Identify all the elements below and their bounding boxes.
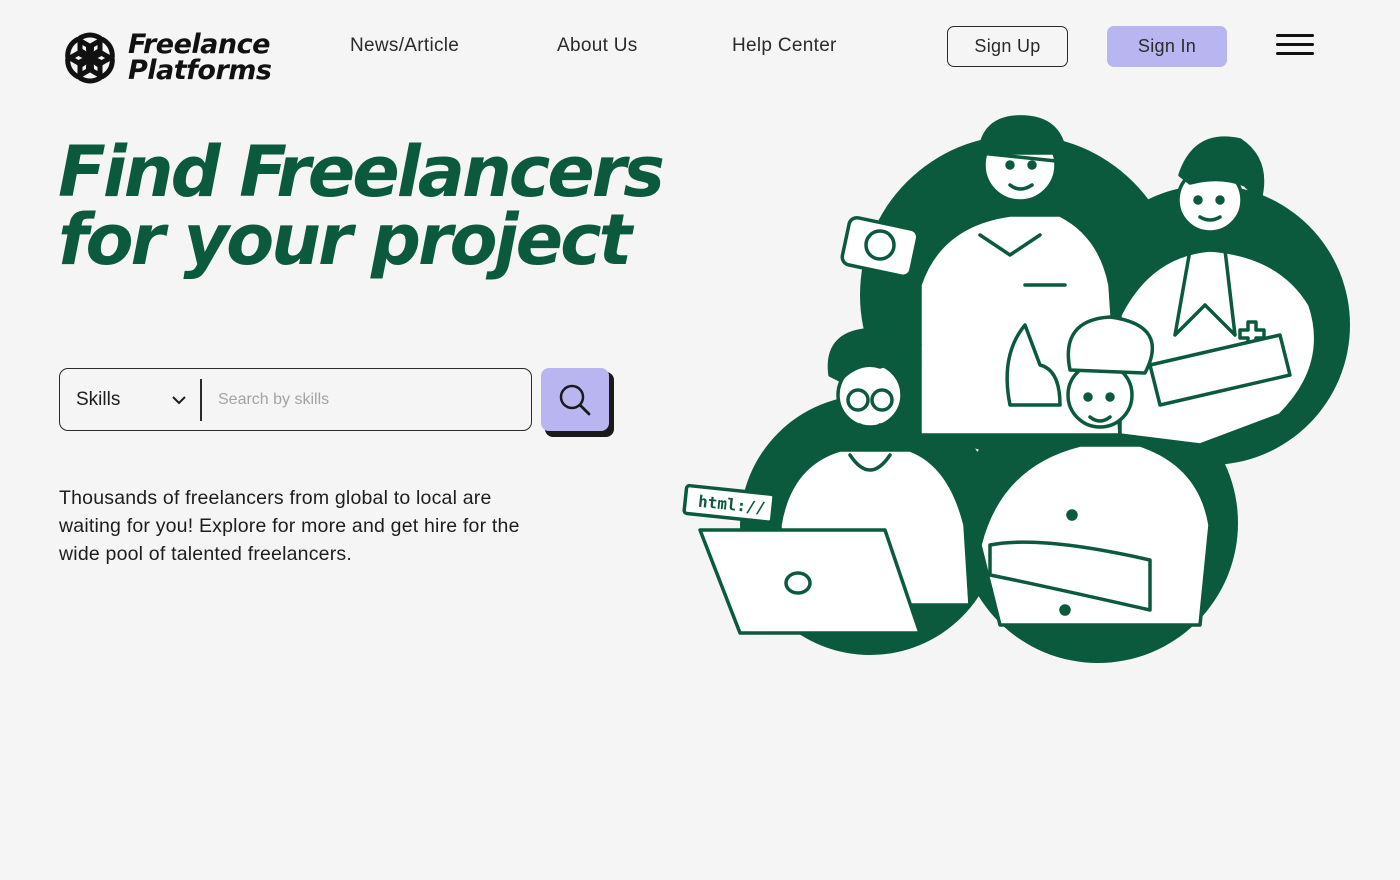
brand-name-line2: Platforms xyxy=(128,55,272,86)
hero-title-line2: for your project xyxy=(58,199,632,281)
brand-name: Freelance Platforms xyxy=(128,31,272,86)
logo-icon xyxy=(65,32,115,84)
nav-link-news[interactable]: News/Article xyxy=(350,35,459,57)
search-divider xyxy=(200,379,202,421)
sign-up-button[interactable]: Sign Up xyxy=(947,26,1068,67)
header: Freelance Platforms News/Article About U… xyxy=(0,0,1400,100)
nav-link-about[interactable]: About Us xyxy=(557,35,638,57)
search-input[interactable] xyxy=(218,369,518,430)
skills-filter-label: Skills xyxy=(76,388,121,410)
search-bar: Skills xyxy=(59,368,532,431)
nav-link-help[interactable]: Help Center xyxy=(732,35,837,57)
chevron-down-icon[interactable] xyxy=(170,391,188,409)
hero-description: Thousands of freelancers from global to … xyxy=(59,487,520,565)
hero-title-line1: Find Freelancers xyxy=(58,131,665,213)
freelancers-illustration: html:// xyxy=(682,115,1350,663)
skills-filter-dropdown[interactable]: Skills xyxy=(76,369,120,430)
search-button[interactable] xyxy=(541,368,609,431)
brand-logo[interactable]: Freelance Platforms xyxy=(58,26,272,90)
hamburger-menu-icon[interactable] xyxy=(1276,34,1314,58)
search-icon xyxy=(559,384,591,415)
sign-in-button[interactable]: Sign In xyxy=(1107,26,1227,67)
hero-title: Find Freelancers for your project xyxy=(58,131,665,281)
doctor-figure xyxy=(1118,136,1318,447)
